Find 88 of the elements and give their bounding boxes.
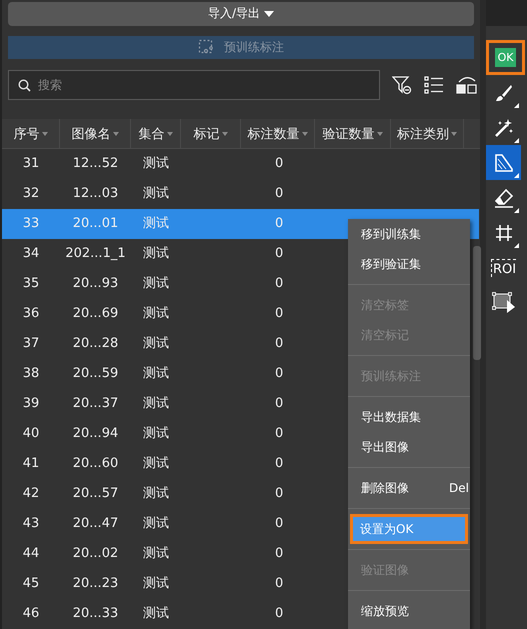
import-export-button[interactable]: 导入/导出: [8, 2, 474, 26]
set-cell[interactable]: 测试: [131, 479, 213, 509]
name-cell[interactable]: 20...02: [60, 539, 131, 569]
column-header[interactable]: 标注数量: [241, 119, 315, 148]
index-cell[interactable]: 34: [2, 239, 60, 269]
index-cell[interactable]: 38: [2, 359, 60, 389]
name-cell[interactable]: 20...23: [60, 569, 131, 599]
index-cell[interactable]: 44: [2, 539, 60, 569]
name-cell[interactable]: 20...93: [60, 269, 131, 299]
menu-item[interactable]: 导出数据集: [348, 402, 470, 432]
sort-icon: [302, 132, 308, 136]
name-cell[interactable]: 12...52: [60, 149, 131, 179]
sort-icon: [42, 132, 48, 136]
sort-icon: [222, 132, 228, 136]
index-cell[interactable]: 39: [2, 389, 60, 419]
filter-icon[interactable]: [392, 75, 412, 95]
sort-icon: [451, 132, 457, 136]
name-cell[interactable]: 20...57: [60, 479, 131, 509]
nodes-icon: [198, 39, 214, 56]
column-header[interactable]: 集合: [131, 119, 181, 148]
name-cell[interactable]: 20...33: [60, 599, 131, 629]
index-cell[interactable]: 43: [2, 509, 60, 539]
roi-tool[interactable]: ROI: [486, 250, 521, 285]
sort-icon: [112, 132, 118, 136]
corner-triangle-icon: [514, 173, 519, 178]
brush-icon: [494, 82, 514, 102]
corner-triangle-icon: [514, 243, 519, 248]
name-cell[interactable]: 20...28: [60, 329, 131, 359]
corner-triangle-icon: [514, 103, 519, 108]
search-icon: [18, 79, 31, 92]
name-cell[interactable]: 20...59: [60, 359, 131, 389]
column-header[interactable]: 图像名: [60, 119, 131, 148]
name-cell[interactable]: 202...1_1: [60, 239, 131, 269]
menu-item[interactable]: 导出图像: [348, 432, 470, 462]
column-header[interactable]: 标记: [181, 119, 241, 148]
index-cell[interactable]: 35: [2, 269, 60, 299]
eraser-icon: [494, 188, 514, 208]
menu-item[interactable]: 缩放预览: [348, 596, 470, 626]
column-header[interactable]: 验证数量: [315, 119, 391, 148]
corner-triangle-icon: [514, 208, 519, 213]
set-cell[interactable]: 测试: [131, 449, 213, 479]
magic-wand-icon: [494, 118, 514, 138]
set-cell[interactable]: 测试: [131, 299, 213, 329]
index-cell[interactable]: 41: [2, 449, 60, 479]
set-cell[interactable]: 测试: [131, 509, 213, 539]
grid-icon: [494, 222, 514, 242]
name-cell[interactable]: 20...60: [60, 449, 131, 479]
corner-triangle-icon: [514, 138, 519, 143]
name-cell[interactable]: 20...69: [60, 299, 131, 329]
column-header[interactable]: 标注类别: [391, 119, 464, 148]
index-cell[interactable]: 40: [2, 419, 60, 449]
set-cell[interactable]: 测试: [131, 569, 213, 599]
set-cell[interactable]: 测试: [131, 599, 213, 629]
polygon-tool[interactable]: [486, 145, 521, 180]
count-cell[interactable]: 0: [213, 149, 479, 179]
name-cell[interactable]: 12...03: [60, 179, 131, 209]
name-cell[interactable]: 20...37: [60, 389, 131, 419]
column-header[interactable]: 序号: [2, 119, 60, 148]
index-cell[interactable]: 32: [2, 179, 60, 209]
layout-icon[interactable]: [456, 76, 478, 94]
set-cell[interactable]: 测试: [131, 269, 213, 299]
menu-item[interactable]: 移到验证集: [348, 249, 470, 279]
count-cell[interactable]: 0: [213, 179, 479, 209]
set-cell[interactable]: 测试: [131, 149, 213, 179]
scrollbar[interactable]: [473, 246, 481, 360]
index-cell[interactable]: 36: [2, 299, 60, 329]
set-cell[interactable]: 测试: [131, 239, 213, 269]
index-cell[interactable]: 31: [2, 149, 60, 179]
index-cell[interactable]: 37: [2, 329, 60, 359]
set-cell[interactable]: 测试: [131, 179, 213, 209]
set-cell[interactable]: 测试: [131, 359, 213, 389]
search-field[interactable]: 搜索: [8, 70, 380, 100]
set-cell[interactable]: 测试: [131, 389, 213, 419]
index-cell[interactable]: 45: [2, 569, 60, 599]
set-cell[interactable]: 测试: [131, 329, 213, 359]
set-cell[interactable]: 测试: [131, 539, 213, 569]
caret-icon: [264, 10, 274, 17]
name-cell[interactable]: 20...47: [60, 509, 131, 539]
sort-icon: [376, 132, 382, 136]
menu-item[interactable]: 删除图像 Del: [348, 473, 470, 503]
index-cell[interactable]: 46: [2, 599, 60, 629]
name-cell[interactable]: 20...94: [60, 419, 131, 449]
set-cell[interactable]: 测试: [131, 419, 213, 449]
sort-icon: [166, 132, 172, 136]
index-cell[interactable]: 42: [2, 479, 60, 509]
polygon-icon: [494, 152, 514, 172]
rectangle-cursor-icon: [492, 292, 516, 314]
list-icon[interactable]: [424, 76, 444, 94]
